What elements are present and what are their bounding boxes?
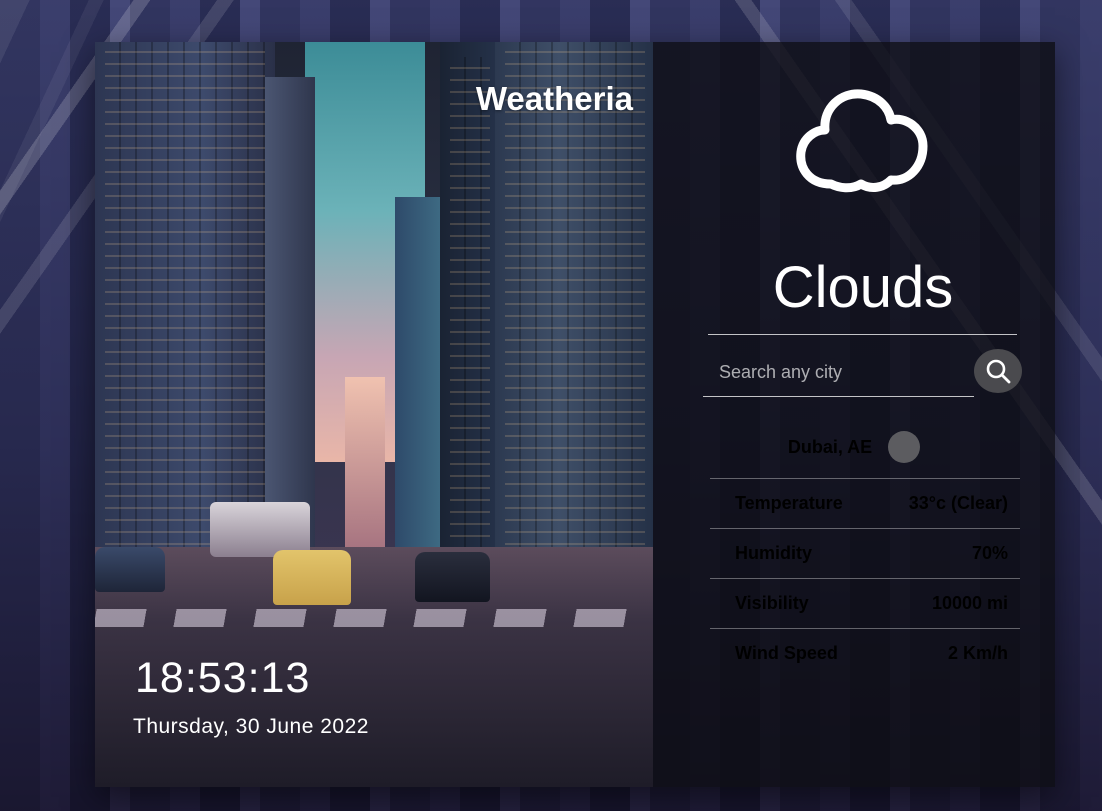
stat-row-humidity: Humidity 70%	[710, 528, 1020, 578]
stat-label: Visibility	[735, 593, 809, 613]
search-underline	[703, 396, 974, 397]
building	[95, 42, 275, 557]
location-row: Dubai, AE	[653, 431, 1055, 463]
weather-stats: Temperature 33°c (Clear) Humidity 70% Vi…	[710, 478, 1020, 678]
crosswalk	[95, 609, 653, 627]
bus	[210, 502, 310, 557]
location-name: Dubai, AE	[787, 436, 873, 457]
cloud-icon	[796, 89, 928, 193]
search-button[interactable]	[974, 349, 1022, 393]
building	[345, 377, 385, 557]
building	[495, 42, 653, 557]
stat-value: 70%	[971, 543, 1008, 563]
stat-value: 10000 mi	[931, 593, 1008, 613]
divider	[708, 334, 1017, 335]
search-icon	[986, 359, 1011, 384]
car	[95, 547, 165, 592]
stat-label: Wind Speed	[735, 643, 838, 663]
weather-condition: Clouds	[772, 255, 954, 320]
car	[415, 552, 490, 602]
building	[265, 77, 315, 557]
app-title: Weatheria	[475, 80, 633, 117]
stat-value: 33°c (Clear)	[908, 493, 1008, 513]
stat-row-temperature: Temperature 33°c (Clear)	[710, 478, 1020, 528]
clock-time: 18:53:13	[135, 654, 311, 702]
stat-row-visibility: Visibility 10000 mi	[710, 578, 1020, 628]
location-indicator[interactable]	[888, 431, 921, 463]
search-input[interactable]	[717, 351, 976, 393]
stat-label: Temperature	[735, 493, 843, 513]
taxi	[273, 550, 351, 605]
stat-row-wind-speed: Wind Speed 2 Km/h	[710, 628, 1020, 678]
city-image-panel: Weatheria 18:53:13 Thursday, 30 June 202…	[95, 42, 653, 787]
building	[395, 197, 445, 557]
stat-label: Humidity	[735, 543, 813, 563]
clock-date: Thursday, 30 June 2022	[133, 715, 369, 738]
building	[440, 42, 500, 557]
stat-value: 2 Km/h	[947, 643, 1008, 663]
